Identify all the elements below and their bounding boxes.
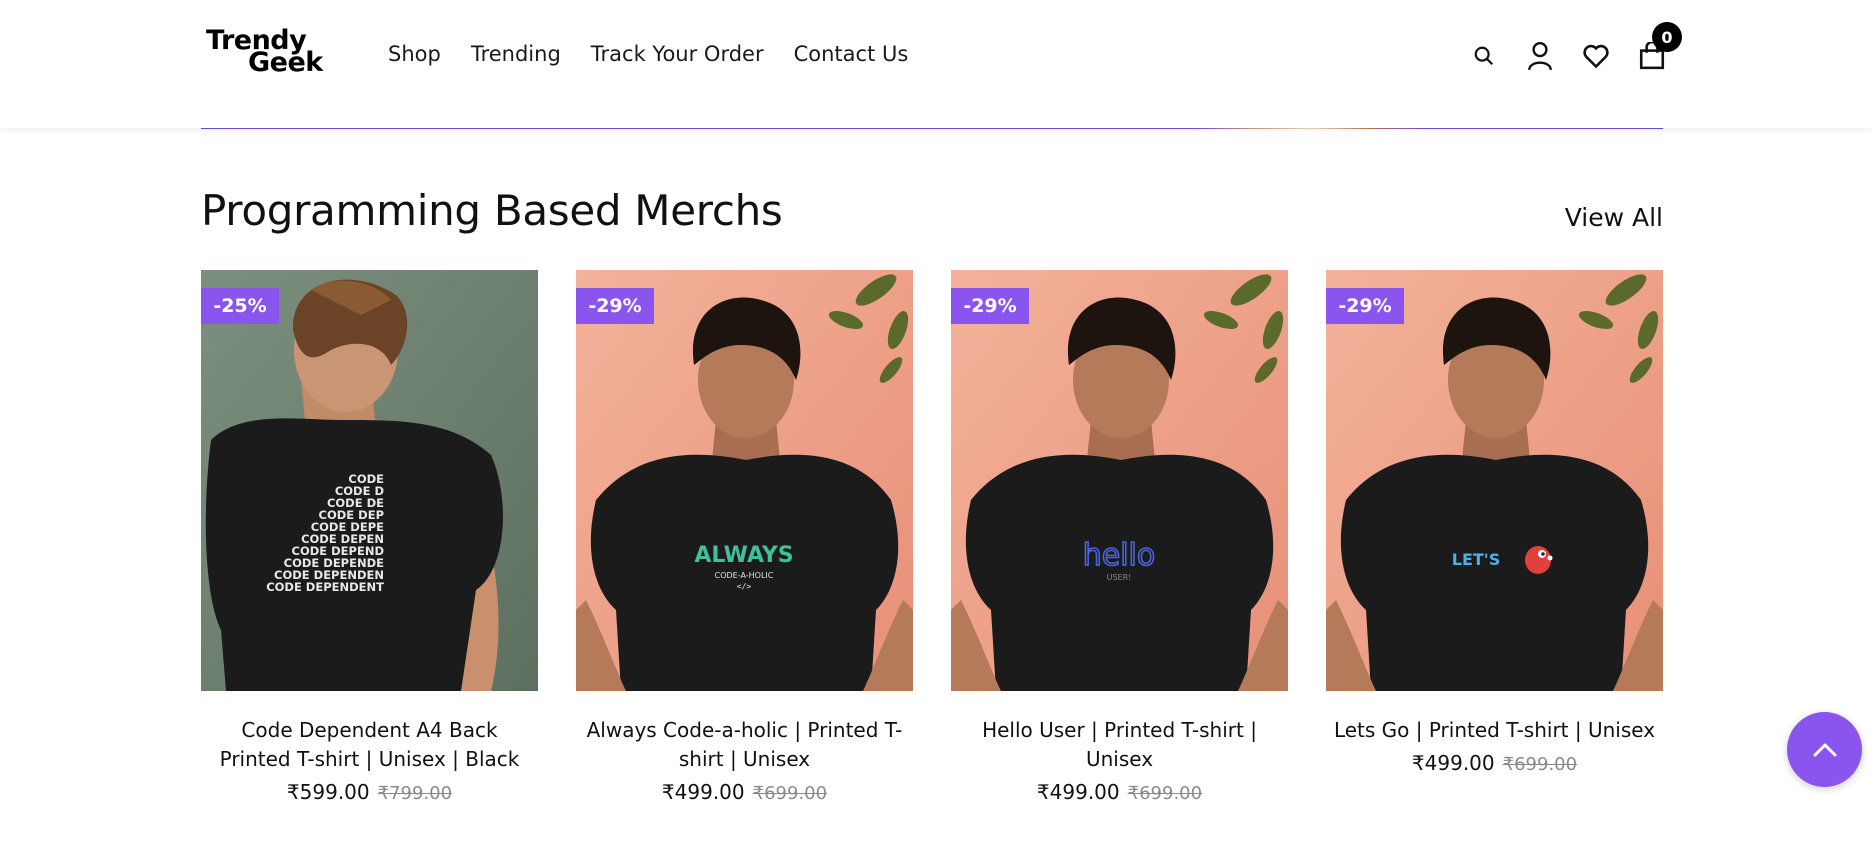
print-text: hello — [1083, 538, 1156, 573]
heart-icon — [1583, 44, 1609, 69]
discount-badge: -29% — [951, 288, 1029, 324]
product-image[interactable]: ALWAYS CODE-A-HOLIC </> -29% — [576, 270, 913, 691]
discount-badge: -29% — [1326, 288, 1404, 324]
product-photo-lets-go: LET'S — [1326, 270, 1663, 691]
cart-button[interactable]: 0 — [1634, 22, 1682, 74]
product-photo-code-dependent: CODE CODE D CODE DE CODE DEP CODE DEPE C… — [201, 270, 538, 691]
product-image[interactable]: LET'S -29% — [1326, 270, 1663, 691]
product-card[interactable]: hello USER! -29% Hello User | Printed T-… — [951, 270, 1288, 804]
product-name[interactable]: Code Dependent A4 Back Printed T-shirt |… — [201, 716, 538, 774]
product-price-row: ₹499.00 ₹699.00 — [951, 780, 1288, 804]
logo[interactable]: Trendy Geek — [206, 27, 324, 78]
user-icon — [1528, 41, 1552, 71]
product-price-row: ₹499.00 ₹699.00 — [576, 780, 913, 804]
product-name[interactable]: Lets Go | Printed T-shirt | Unisex — [1326, 716, 1663, 745]
print-text: </> — [737, 582, 752, 591]
search-button[interactable] — [1466, 38, 1502, 74]
product-image[interactable]: hello USER! -29% — [951, 270, 1288, 691]
nav-contact-us[interactable]: Contact Us — [794, 42, 909, 66]
site-header: Trendy Geek Shop Trending Track Your Ord… — [0, 0, 1872, 128]
product-price: ₹499.00 — [1411, 751, 1495, 775]
nav-track-order[interactable]: Track Your Order — [591, 42, 764, 66]
product-card[interactable]: CODE CODE D CODE DE CODE DEP CODE DEPE C… — [201, 270, 538, 804]
product-old-price: ₹799.00 — [377, 783, 453, 804]
product-price: ₹499.00 — [1036, 780, 1120, 804]
chevron-up-icon — [1813, 743, 1836, 756]
print-line: CODE DEPENDENT — [266, 580, 384, 594]
search-icon — [1474, 46, 1494, 66]
print-text: CODE-A-HOLIC — [715, 571, 774, 580]
cart-count-badge: 0 — [1652, 22, 1682, 52]
product-old-price: ₹699.00 — [1127, 783, 1203, 804]
discount-badge: -25% — [201, 288, 279, 324]
section-title: Programming Based Merchs — [201, 186, 783, 235]
wishlist-button[interactable] — [1578, 38, 1614, 74]
product-price-row: ₹499.00 ₹699.00 — [1326, 751, 1663, 775]
nav-shop[interactable]: Shop — [388, 42, 441, 66]
product-old-price: ₹699.00 — [1502, 754, 1578, 775]
account-button[interactable] — [1522, 38, 1558, 74]
print-text: LET'S — [1452, 550, 1500, 569]
header-icons: 0 — [1466, 22, 1690, 74]
product-price-row: ₹599.00 ₹799.00 — [201, 780, 538, 804]
product-card[interactable]: ALWAYS CODE-A-HOLIC </> -29% Always Code… — [576, 270, 913, 804]
product-photo-hello-user: hello USER! — [951, 270, 1288, 691]
product-image[interactable]: CODE CODE D CODE DE CODE DEP CODE DEPE C… — [201, 270, 538, 691]
scroll-to-top-button[interactable] — [1787, 712, 1862, 787]
view-all-link[interactable]: View All — [1565, 203, 1663, 232]
product-old-price: ₹699.00 — [752, 783, 828, 804]
product-price: ₹499.00 — [661, 780, 745, 804]
nav-trending[interactable]: Trending — [471, 42, 561, 66]
product-name[interactable]: Always Code-a-holic | Printed T-shirt | … — [576, 716, 913, 774]
discount-badge: -29% — [576, 288, 654, 324]
product-name[interactable]: Hello User | Printed T-shirt | Unisex — [951, 716, 1288, 774]
product-grid: CODE CODE D CODE DE CODE DEP CODE DEPE C… — [201, 270, 1663, 830]
product-photo-always-code-a-holic: ALWAYS CODE-A-HOLIC </> — [576, 270, 913, 691]
print-text: USER! — [1107, 573, 1132, 582]
product-price: ₹599.00 — [286, 780, 370, 804]
main-nav: Shop Trending Track Your Order Contact U… — [388, 42, 908, 66]
product-card[interactable]: LET'S -29% Lets Go | Printed T-shirt | U… — [1326, 270, 1663, 775]
print-text: ALWAYS — [694, 543, 793, 568]
